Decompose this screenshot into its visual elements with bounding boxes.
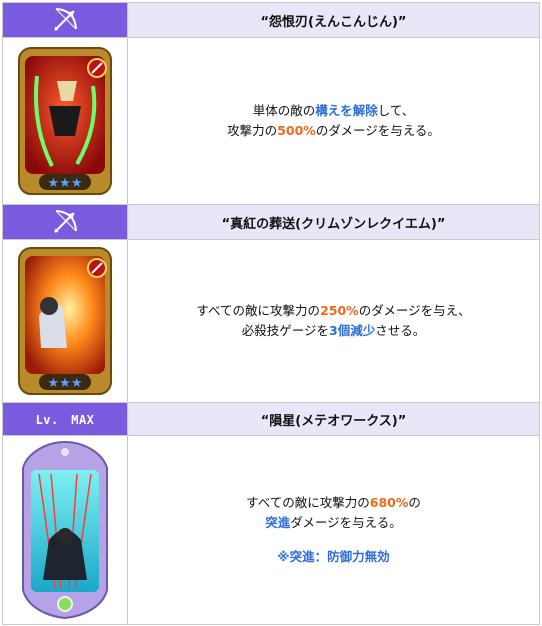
skill-title: “真紅の葬送(クリムゾンレクイエム)”: [128, 205, 540, 239]
level-cell: Lv. MAX: [3, 403, 128, 435]
skill-card-cell: ★★★: [3, 240, 128, 402]
skill-card-image: [22, 440, 108, 620]
skill-type-cell: [3, 205, 128, 239]
bow-arrow-icon: [54, 8, 77, 31]
svg-text:★★★: ★★★: [48, 176, 83, 191]
skill-title: “怨恨刃(えんこんじん)”: [128, 3, 540, 37]
highlight-text: 250%: [320, 303, 359, 318]
skill-desc-line: すべての敵に攻撃力の250%のダメージを与え、: [196, 303, 471, 318]
skill-description: 単体の敵の構えを解除して、 攻撃力の500%のダメージを与える。: [128, 38, 540, 204]
skill-card-image: ★★★: [18, 247, 112, 395]
level-label: Lv. MAX: [35, 412, 95, 427]
skill-type-cell: [3, 3, 128, 37]
skill-description: すべての敵に攻撃力の250%のダメージを与え、 必殺技ゲージを3個減少させる。: [128, 240, 540, 402]
skill-title: “隕星(メテオワークス)”: [128, 403, 540, 435]
skill-card-image: ★★★: [18, 47, 112, 195]
skill-description: すべての敵に攻撃力の680%の 突進ダメージを与える。 ※突進：防御力無効: [128, 436, 540, 624]
highlight-text: 680%: [369, 495, 409, 510]
highlight-text: 構えを解除: [315, 103, 378, 118]
skill-desc-line: すべての敵に攻撃力の680%の: [246, 495, 421, 510]
skill-desc-line: 単体の敵の構えを解除して、: [252, 103, 415, 118]
skill-desc-line: 突進ダメージを与える。: [265, 515, 402, 530]
skill-body-row: ★★★ 単体の敵の構えを解除して、 攻撃力の500%のダメージを与える。: [3, 38, 540, 205]
skill-header-row: Lv. MAX “隕星(メテオワークス)”: [3, 403, 540, 436]
skill-note: ※突進：防御力無効: [277, 549, 390, 564]
skill-desc-line: 必殺技ゲージを3個減少させる。: [241, 323, 426, 338]
skill-header-row: “怨恨刃(えんこんじん)”: [3, 3, 540, 38]
skill-body-row: ★★★ すべての敵に攻撃力の250%のダメージを与え、 必殺技ゲージを3個減少さ…: [3, 240, 540, 403]
highlight-text: 突進: [265, 515, 291, 530]
bow-arrow-icon: [54, 210, 77, 233]
highlight-text: 3個減少: [329, 323, 376, 338]
skill-card-cell: ★★★: [3, 38, 128, 204]
highlight-text: 500%: [277, 123, 316, 138]
skill-table: “怨恨刃(えんこんじん)” ★★★ 単体の敵の構えを解除して、 攻撃力の500%…: [2, 2, 540, 625]
skill-header-row: “真紅の葬送(クリムゾンレクイエム)”: [3, 205, 540, 240]
skill-card-cell: [3, 436, 128, 624]
skill-desc-line: 攻撃力の500%のダメージを与える。: [227, 123, 440, 138]
skill-body-row: すべての敵に攻撃力の680%の 突進ダメージを与える。 ※突進：防御力無効: [3, 436, 540, 625]
svg-text:★★★: ★★★: [48, 376, 83, 391]
